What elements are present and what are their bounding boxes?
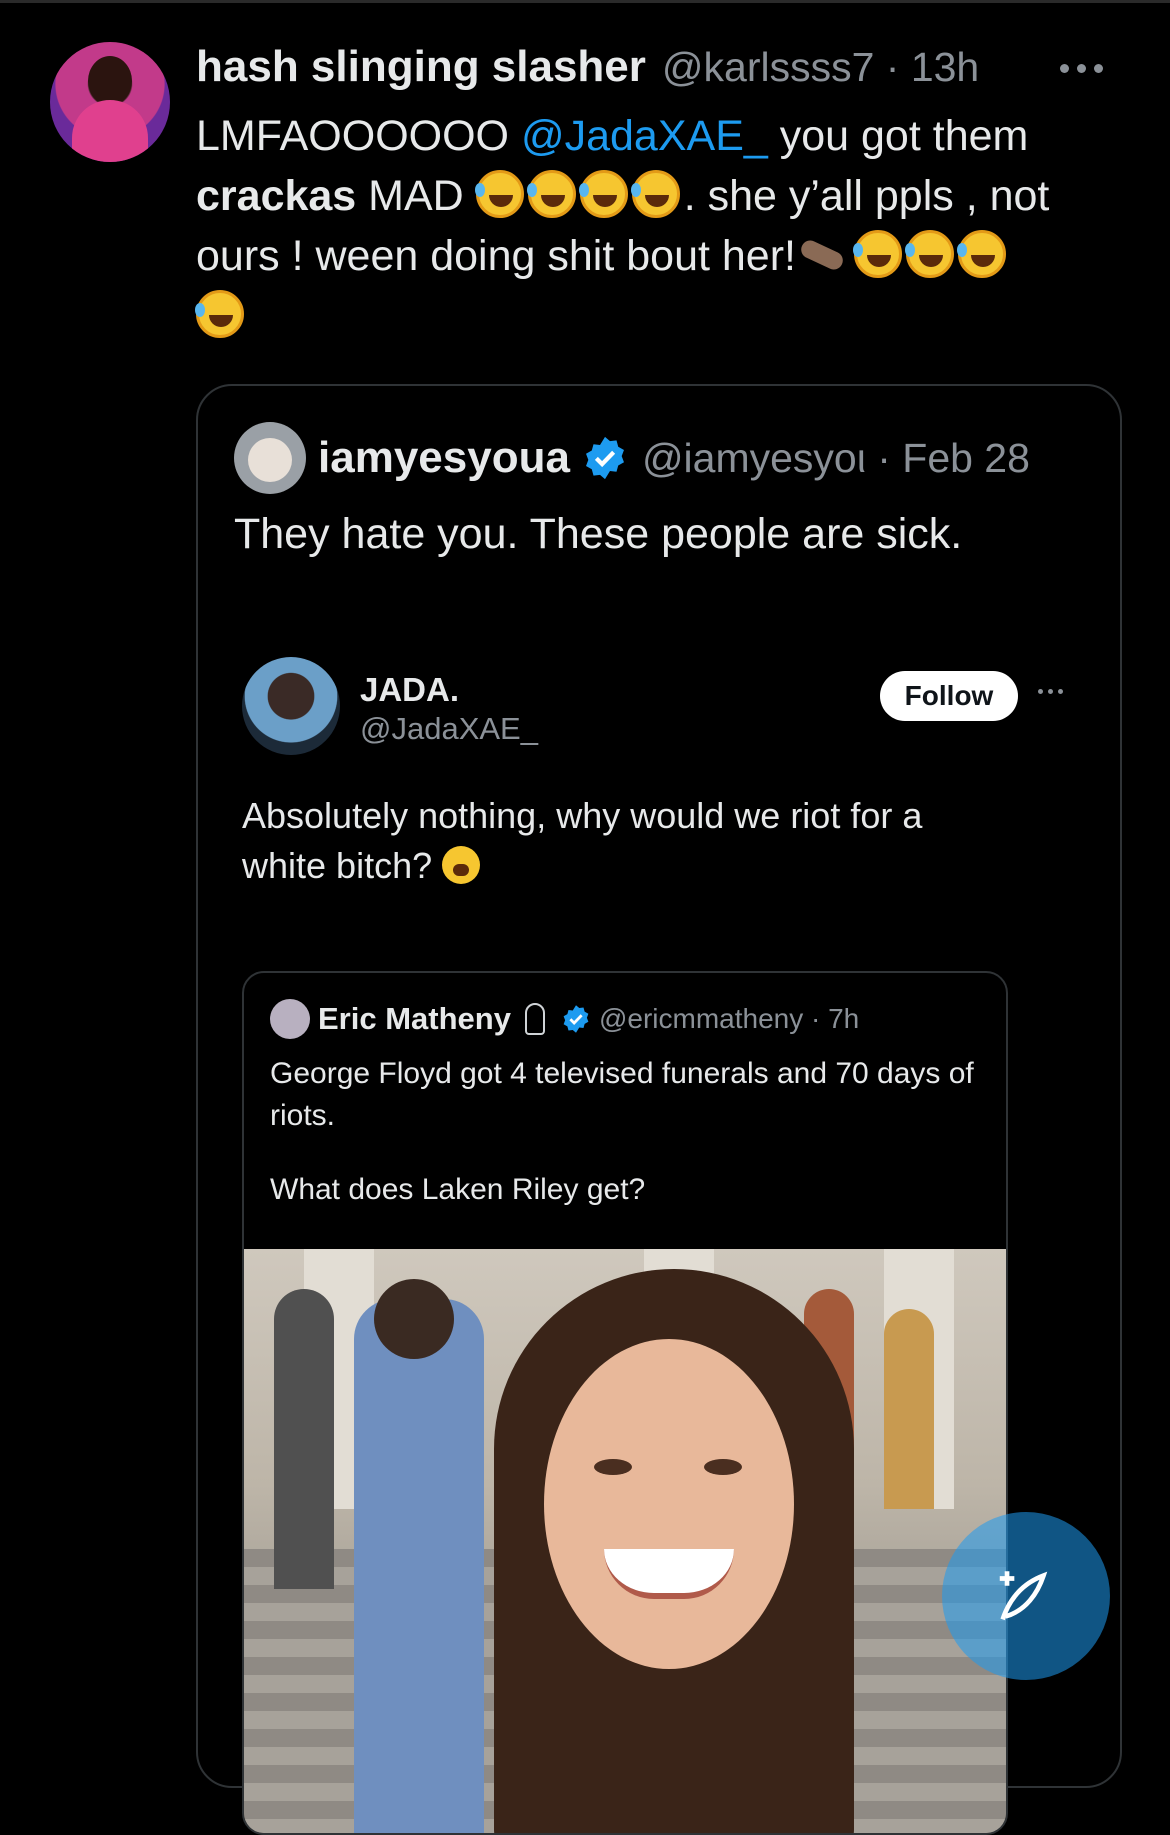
inner-header: Eric Matheny @ericmmatheny · 7h	[318, 997, 859, 1041]
quoted-author-avatar[interactable]	[234, 422, 306, 494]
inner-quoted-card: Eric Matheny @ericmmatheny · 7h George F…	[242, 971, 1008, 1835]
more-icon[interactable]	[1060, 48, 1120, 88]
otter-emoji-icon	[796, 234, 848, 274]
inner-author-avatar	[270, 999, 310, 1039]
screenshot-handle: @JadaXAE_	[360, 711, 538, 746]
quoted-header: iamyesyoua @iamyesyoι · Feb 28	[318, 422, 1030, 494]
compose-post-icon[interactable]	[942, 1512, 1110, 1680]
screenshot-more-icon	[1038, 689, 1063, 694]
inner-handle-time: @ericmmatheny · 7h	[598, 1003, 860, 1034]
tweet-text-part: you got them	[767, 112, 1029, 160]
top-divider	[0, 0, 1170, 3]
author-avatar[interactable]	[50, 42, 170, 162]
tweet-text-bold: crackas	[196, 172, 357, 220]
laughing-emoji-icon	[526, 170, 576, 218]
tweet-text-part: MAD	[356, 172, 476, 220]
tweet-text-part: LMFAOOOOOO	[196, 112, 521, 160]
screenshot-text: Absolutely nothing, why would we riot fo…	[242, 791, 1002, 891]
laughing-emoji-icon	[474, 170, 524, 218]
screenshot-name: JADA.	[360, 671, 460, 708]
tweet-text: LMFAOOOOOO @JadaXAE_ you got them cracka…	[195, 106, 1126, 346]
laughing-emoji-icon	[630, 170, 680, 218]
verified-badge-icon	[561, 1004, 591, 1034]
quoted-author-name[interactable]: iamyesyoua	[318, 433, 570, 483]
laughing-emoji-icon	[578, 170, 628, 218]
laughing-emoji-icon	[904, 230, 954, 278]
laughing-emoji-icon	[195, 290, 244, 338]
mention-link[interactable]: @JadaXAE_	[521, 112, 768, 160]
inner-text-1: George Floyd got 4 televised funerals an…	[270, 1057, 974, 1132]
quoted-text: They hate you. These people are sick.	[234, 510, 963, 558]
inner-photo	[244, 1249, 1006, 1833]
tweet-header: hash slinging slasher @karlssss7 · 13h	[196, 42, 979, 102]
author-name[interactable]: hash slinging slasher	[196, 42, 646, 92]
laughing-emoji-icon	[956, 230, 1006, 278]
verified-badge-icon	[582, 435, 628, 481]
microphone-emoji-icon	[524, 1003, 545, 1035]
inner-text-2: What does Laken Riley get?	[270, 1173, 646, 1206]
screenshot-text-content: Absolutely nothing, why would we riot fo…	[242, 795, 923, 886]
laughing-emoji-icon	[852, 230, 902, 278]
crying-emoji-icon	[442, 846, 481, 884]
inner-author-name: Eric Matheny	[318, 1001, 511, 1036]
follow-button: Follow	[880, 671, 1018, 721]
screenshot-avatar	[242, 657, 340, 755]
author-handle-time[interactable]: @karlssss7 · 13h	[662, 44, 979, 91]
quoted-handle-time[interactable]: @iamyesyoι · Feb 28	[642, 435, 1030, 482]
